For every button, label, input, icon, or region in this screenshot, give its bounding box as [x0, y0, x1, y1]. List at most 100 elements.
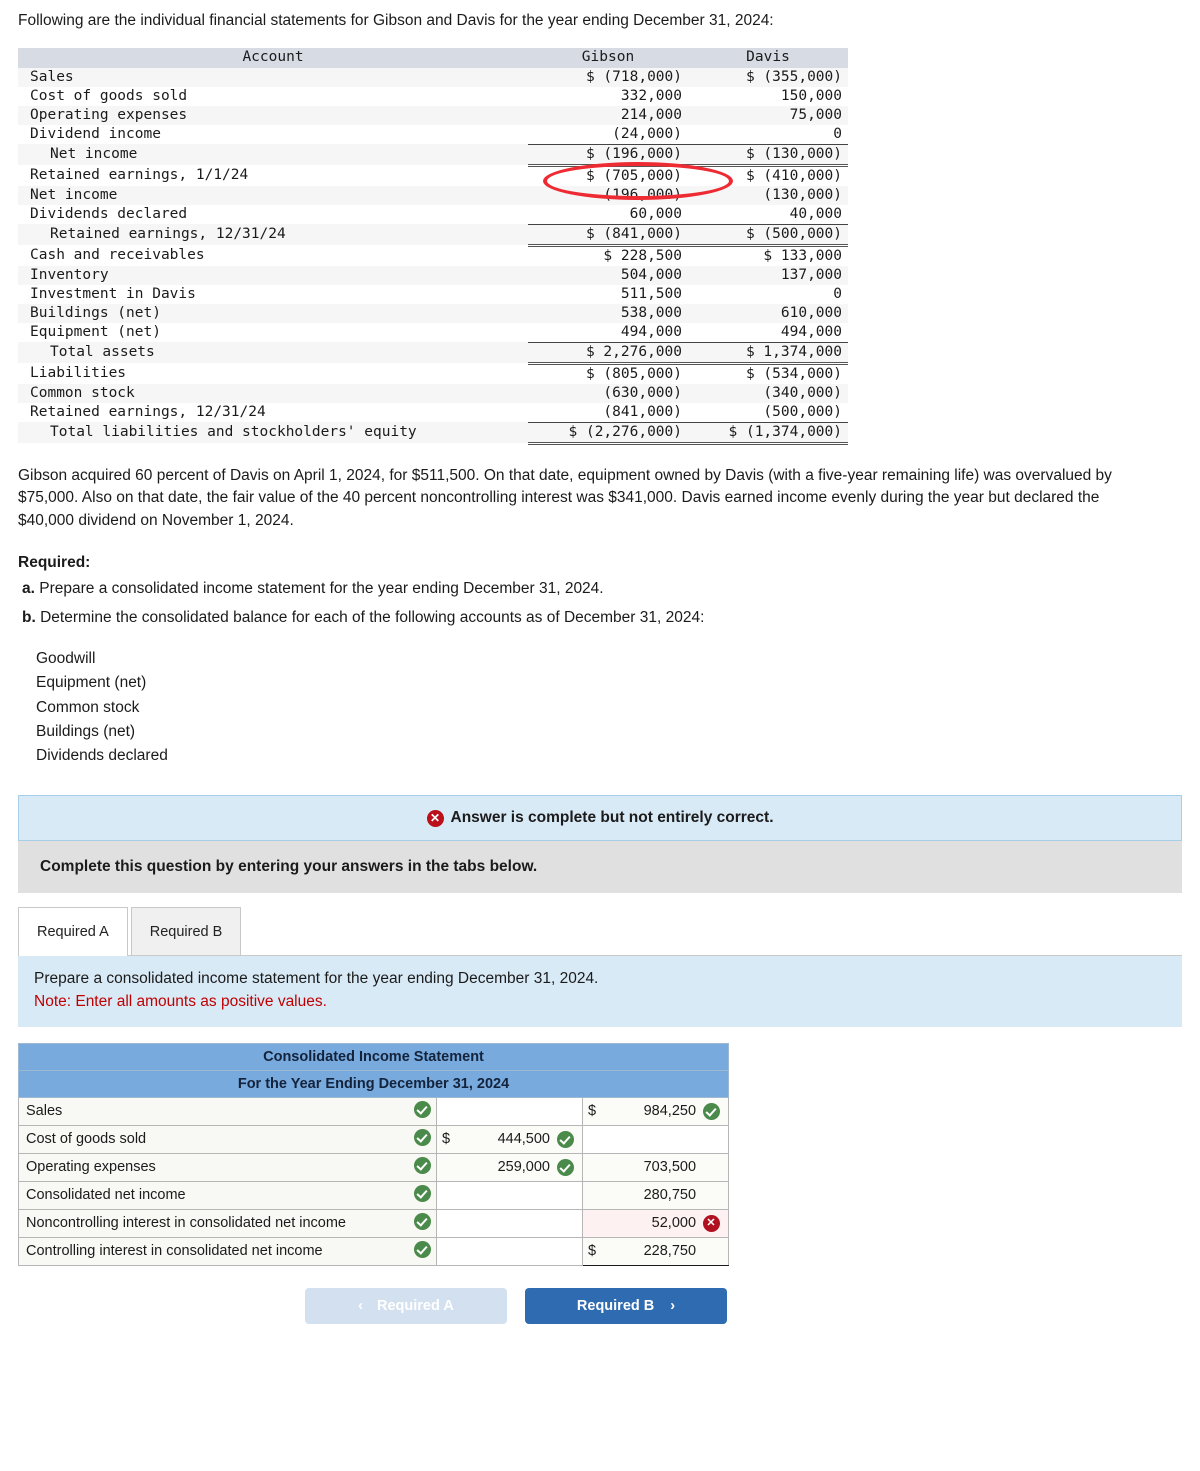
consolidated-income-statement-table: Consolidated Income Statement For the Ye… [17, 1042, 730, 1266]
fin-account-label: Cost of goods sold [18, 86, 528, 106]
chevron-left-icon: ‹ [358, 1297, 364, 1314]
task-note-box: Prepare a consolidated income statement … [18, 956, 1182, 1027]
fin-amount-gibson: $ (2,276,000) [528, 421, 688, 445]
fin-col-davis: Davis [688, 47, 848, 68]
fin-amount-gibson: 511,500 [528, 284, 688, 304]
correct-check-icon [702, 1102, 720, 1120]
account-list-item: Common stock [36, 698, 140, 716]
fin-table-row: Retained earnings, 1/1/24 $ (705,000) $ (4… [18, 163, 848, 186]
answer-table-row: Operating expenses 259,000 703,500 [18, 1152, 730, 1182]
fin-amount-davis: (340,000) [688, 383, 848, 403]
answer-row-label-mark [408, 1208, 437, 1238]
next-button-label: Required B [576, 1297, 655, 1314]
answer-row-label-mark [408, 1236, 437, 1266]
answer-row-label[interactable]: Noncontrolling interest in consolidated … [18, 1208, 409, 1238]
required-item: b. Determine the consolidated balance fo… [22, 607, 1200, 629]
amount-value: 984,250 [643, 1103, 697, 1120]
previous-required-a-button[interactable]: ‹ Required A [305, 1287, 507, 1324]
task-note-line2: Note: Enter all amounts as positive valu… [34, 992, 327, 1010]
answer-amount-col1[interactable] [436, 1208, 583, 1238]
fin-account-label: Retained earnings, 12/31/24 [18, 402, 528, 423]
fin-amount-gibson: $ 228,500 [528, 243, 688, 266]
answer-row-label[interactable]: Controlling interest in consolidated net… [18, 1236, 409, 1266]
fin-table-row: Net income $ (196,000) $ (130,000) [18, 143, 848, 166]
fin-amount-gibson: (841,000) [528, 402, 688, 423]
fin-amount-gibson: 332,000 [528, 86, 688, 106]
fin-amount-davis: $ (130,000) [688, 143, 848, 166]
answer-amount-col2[interactable]: $228,750 [581, 1236, 730, 1266]
required-heading: Required: [18, 554, 91, 572]
previous-button-label: Required A [377, 1297, 454, 1314]
fin-amount-davis: $ (355,000) [688, 67, 848, 87]
fin-table-row: Investment in Davis 511,500 0 [18, 284, 848, 304]
fin-table-row: Total assets $ 2,276,000 $ 1,374,000 [18, 341, 848, 364]
account-list-item: Goodwill [36, 650, 96, 668]
tab-required-a[interactable]: Required A [18, 907, 128, 957]
fin-amount-davis: (130,000) [688, 185, 848, 205]
fin-account-label: Buildings (net) [18, 303, 528, 323]
fin-col-account: Account [18, 47, 528, 68]
account-list-item: Buildings (net) [36, 722, 136, 740]
fin-account-label: Total liabilities and stockholders' equi… [18, 422, 528, 444]
fin-amount-davis: (500,000) [688, 402, 848, 423]
next-required-b-button[interactable]: Required B › [525, 1287, 727, 1324]
task-note-line1: Prepare a consolidated income statement … [34, 970, 599, 988]
answer-amount-col1[interactable] [436, 1180, 583, 1210]
scenario-paragraph: Gibson acquired 60 percent of Davis on A… [18, 466, 1112, 529]
correct-check-icon [556, 1130, 574, 1148]
intro-text: Following are the individual financial s… [18, 12, 774, 29]
fin-table-row: Dividends declared 60,000 40,000 [18, 204, 848, 225]
fin-table-row: Total liabilities and stockholders' equi… [18, 421, 848, 445]
fin-account-label: Sales [18, 67, 528, 87]
correct-check-icon [413, 1184, 431, 1202]
answer-row-label[interactable]: Cost of goods sold [18, 1124, 409, 1154]
fin-table-row: Common stock (630,000) (340,000) [18, 383, 848, 403]
tab-required-b[interactable]: Required B [130, 907, 242, 956]
fin-amount-davis: 75,000 [688, 105, 848, 125]
required-tabs: Required A Required B [18, 907, 1182, 957]
answer-amount-col2[interactable]: 280,750 [581, 1180, 730, 1210]
answer-table-wrapper: Consolidated Income Statement For the Ye… [17, 161, 1200, 1266]
answer-row-label[interactable]: Sales [18, 1096, 409, 1126]
fin-table-body: Sales $ (718,000) $ (355,000) Cost of goods… [18, 67, 848, 445]
answer-amount-col1[interactable]: 259,000 [436, 1152, 583, 1182]
answer-amount-col1[interactable] [436, 1236, 583, 1266]
required-item: a. Prepare a consolidated income stateme… [22, 578, 1200, 600]
answer-amount-col2[interactable]: 703,500 [581, 1152, 730, 1182]
fin-account-label: Retained earnings, 1/1/24 [18, 165, 528, 186]
answer-table-row: Noncontrolling interest in consolidated … [18, 1208, 730, 1238]
answer-table-row: Consolidated net income 280,750 [18, 1180, 730, 1210]
answer-table-row: Sales $984,250 [18, 1096, 730, 1126]
answer-row-label[interactable]: Consolidated net income [18, 1180, 409, 1210]
fin-table-row: Cash and receivables $ 228,500 $ 133,000 [18, 243, 848, 266]
amount-mark-slot [554, 1158, 576, 1176]
answer-amount-col2[interactable]: $984,250 [581, 1096, 730, 1126]
answer-amount-col1[interactable]: $444,500 [436, 1124, 583, 1154]
fin-amount-gibson: $ 2,276,000 [528, 341, 688, 364]
amount-mark-slot [554, 1130, 576, 1148]
account-list-item: Dividends declared [36, 746, 168, 764]
answer-status-text: Answer is complete but not entirely corr… [450, 809, 774, 827]
correct-check-icon [413, 1156, 431, 1174]
fin-amount-davis: 0 [688, 124, 848, 145]
financial-statements-table-wrapper: Account Gibson Davis Sales $ (718,000) $ (… [18, 47, 848, 445]
chevron-right-icon: › [670, 1297, 676, 1314]
fin-account-label: Total assets [18, 342, 528, 364]
correct-check-icon [413, 1100, 431, 1118]
answer-amount-col2[interactable] [581, 1124, 730, 1154]
fin-table-row: Inventory 504,000 137,000 [18, 265, 848, 285]
x-badge-icon: ✕ [426, 809, 444, 827]
amount-value: 228,750 [643, 1243, 697, 1260]
fin-account-label: Dividend income [18, 124, 528, 145]
answer-amount-col1[interactable] [436, 1096, 583, 1126]
fin-account-label: Equipment (net) [18, 322, 528, 343]
fin-amount-gibson: 214,000 [528, 105, 688, 125]
answer-row-label[interactable]: Operating expenses [18, 1152, 409, 1182]
fin-col-gibson: Gibson [528, 47, 688, 68]
financial-statements-table: Account Gibson Davis Sales $ (718,000) $ (… [18, 47, 848, 445]
amount-value: 703,500 [643, 1159, 697, 1176]
answer-amount-col2[interactable]: 52,000 ✕ [581, 1208, 730, 1238]
fin-table-row: Retained earnings, 12/31/24 $ (841,000) $ … [18, 223, 848, 246]
fin-amount-gibson: 504,000 [528, 265, 688, 285]
answer-row-label-mark [408, 1124, 437, 1154]
